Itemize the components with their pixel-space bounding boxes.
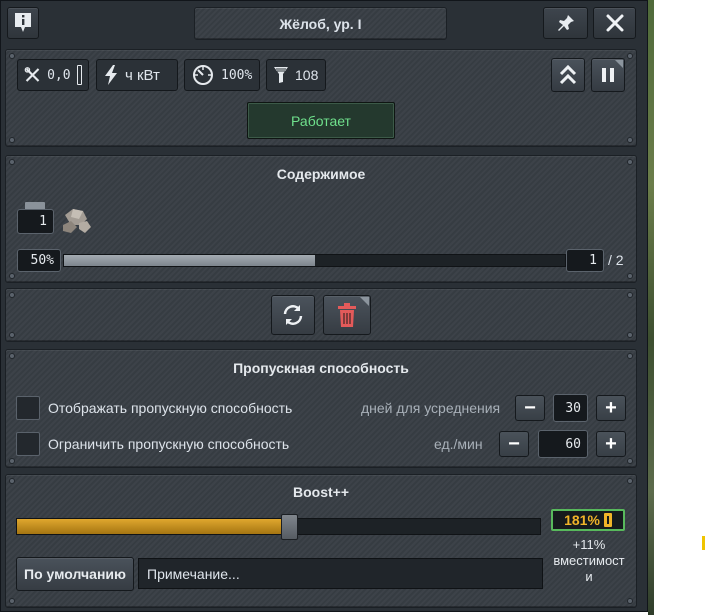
corner-marker: [360, 297, 369, 306]
days-value-box[interactable]: 30: [553, 394, 588, 422]
units-per-min-label: ед./мин: [434, 436, 483, 452]
power-value: ч кВт: [125, 66, 160, 84]
limit-increase-button[interactable]: +: [596, 431, 626, 457]
info-icon: [15, 13, 31, 32]
window-title-plate[interactable]: Жёлоб, ур. I: [194, 7, 447, 40]
game-world-background: [648, 0, 654, 615]
boost-slider-track[interactable]: [16, 518, 541, 535]
battery-icon: [76, 65, 82, 85]
throughput-title: Пропускная способность: [233, 360, 409, 376]
status-label: Работает: [291, 112, 351, 129]
swap-button[interactable]: [271, 295, 315, 335]
minus-icon: −: [508, 433, 520, 455]
boost-effect-value: +11%: [572, 537, 606, 552]
window-title: Жёлоб, ур. I: [279, 15, 362, 32]
show-throughput-checkbox[interactable]: [16, 396, 40, 420]
filter-value: 108: [295, 67, 319, 83]
trash-icon: [338, 303, 356, 327]
efficiency-stat[interactable]: 100%: [184, 59, 260, 91]
capacity-count: 1: [589, 253, 597, 268]
gauge-icon: [193, 65, 213, 85]
filter-icon: [274, 67, 288, 83]
limit-decrease-button[interactable]: −: [499, 431, 529, 457]
pause-icon: [602, 68, 614, 82]
fill-percent-box: 50%: [17, 249, 61, 272]
close-icon: [606, 14, 623, 32]
averaging-days-label: дней для усреднения: [361, 400, 501, 416]
default-button-label: По умолчанию: [24, 566, 126, 582]
world-marker: [702, 536, 705, 550]
delete-button[interactable]: [323, 295, 371, 335]
boost-battery-icon: [603, 513, 612, 527]
tools-icon: [24, 67, 40, 82]
power-stat[interactable]: ч кВт: [96, 59, 178, 91]
boost-effect: +11% вместимост и: [547, 537, 631, 585]
boost-percent-box: 181%: [551, 509, 625, 531]
item-count-box[interactable]: 1: [17, 209, 54, 234]
actions-panel: [5, 288, 637, 342]
fill-bar: [63, 254, 566, 267]
info-button[interactable]: [7, 7, 39, 39]
boost-title: Boost++: [292, 484, 349, 500]
days-increase-button[interactable]: +: [596, 395, 626, 421]
boost-slider-handle[interactable]: [281, 514, 298, 540]
maintenance-value: 0,0: [47, 67, 71, 83]
pause-button[interactable]: [591, 58, 625, 92]
days-decrease-button[interactable]: −: [515, 395, 545, 421]
capacity-count-box[interactable]: 1: [566, 249, 604, 272]
limit-throughput-label: Ограничить пропускную способность: [48, 436, 290, 452]
fill-percent: 50%: [30, 253, 54, 268]
note-placeholder: Примечание...: [147, 565, 240, 582]
item-count: 1: [39, 214, 47, 229]
efficiency-value: 100%: [221, 67, 253, 83]
show-throughput-label: Отображать пропускную способность: [48, 400, 293, 416]
close-button[interactable]: [593, 7, 636, 39]
fill-bar-fill: [64, 255, 315, 266]
lightning-icon: [105, 65, 117, 85]
limit-value-box[interactable]: 60: [538, 430, 588, 458]
limit-throughput-checkbox[interactable]: [16, 432, 40, 456]
plus-icon: +: [605, 433, 617, 455]
boost-percent: 181%: [564, 512, 600, 528]
capacity-label: / 2: [608, 252, 624, 268]
plus-icon: +: [605, 397, 617, 419]
swap-arrows-icon: [283, 305, 303, 325]
pin-icon: [557, 15, 574, 31]
boost-effect-desc: вместимост: [553, 553, 625, 568]
filter-stat[interactable]: 108: [266, 59, 326, 91]
maintenance-stat[interactable]: 0,0: [17, 59, 89, 91]
boost-effect-desc-end: и: [585, 569, 593, 584]
boost-slider-fill: [17, 519, 289, 534]
minus-icon: −: [524, 397, 536, 419]
default-button[interactable]: По умолчанию: [16, 557, 134, 591]
upgrade-button[interactable]: [551, 58, 585, 92]
days-value: 30: [565, 400, 581, 416]
double-chevron-up-icon: [559, 64, 577, 85]
corner-marker: [615, 60, 623, 68]
contents-title: Содержимое: [276, 166, 366, 182]
pin-button[interactable]: [543, 7, 588, 39]
note-input[interactable]: Примечание...: [138, 558, 543, 589]
stone-resource-icon[interactable]: [59, 201, 95, 237]
limit-value: 60: [565, 436, 581, 452]
status-indicator: Работает: [247, 102, 395, 139]
building-window: Жёлоб, ур. I 0,0 ч кВт 100% 108 Работает…: [0, 0, 648, 612]
